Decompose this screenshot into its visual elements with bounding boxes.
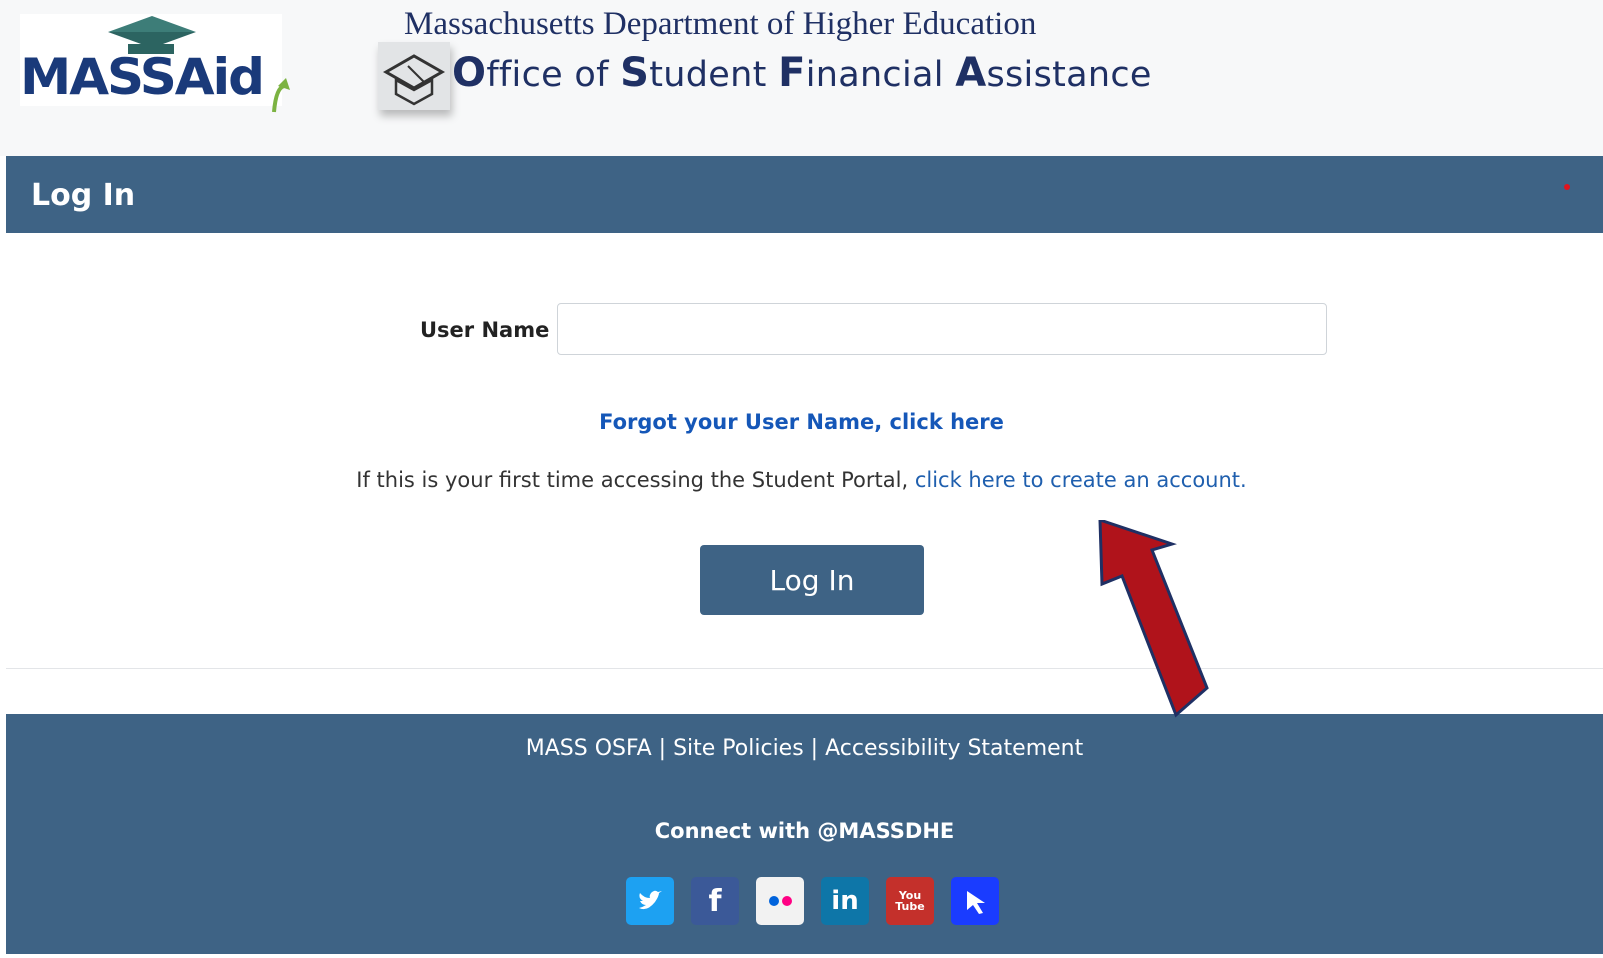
linkedin-icon[interactable]: in <box>821 877 869 925</box>
flickr-dot-pink <box>781 896 792 906</box>
annotation-arrow-icon <box>1098 520 1209 718</box>
username-label: User Name <box>420 318 550 342</box>
footer-link-mass-osfa[interactable]: MASS OSFA <box>526 736 652 761</box>
social-icons: f in You Tube <box>626 877 999 925</box>
office-initial: S <box>620 50 650 96</box>
connect-heading: Connect with @MASSDHE <box>654 819 955 843</box>
footer-link-site-policies[interactable]: Site Policies <box>673 736 804 761</box>
create-account-link[interactable]: click here to create an account. <box>915 468 1247 492</box>
site-header: MASSAid Massachusetts Department of High… <box>0 0 1603 156</box>
login-button[interactable]: Log In <box>700 545 924 615</box>
office-initial: F <box>778 50 806 96</box>
first-time-message: If this is your first time accessing the… <box>0 468 1603 492</box>
office-initial: A <box>955 50 987 96</box>
footer-separator: | <box>651 736 674 761</box>
username-input[interactable] <box>557 303 1327 355</box>
page-title: Log In <box>31 178 136 213</box>
twitter-icon[interactable] <box>626 877 674 925</box>
forgot-username-link[interactable]: Forgot your User Name, click here <box>0 410 1603 434</box>
status-dot <box>1564 184 1570 190</box>
site-footer: MASS OSFA | Site Policies | Accessibilit… <box>6 714 1603 954</box>
facebook-icon[interactable]: f <box>691 877 739 925</box>
seal-icon <box>378 42 450 110</box>
flickr-dot-blue <box>768 896 779 906</box>
logo-text: MASSAid <box>20 48 265 106</box>
arrow-up-icon <box>272 78 290 113</box>
office-word: ffice of <box>486 55 621 95</box>
office-word: ssistance <box>986 55 1152 95</box>
office-initial: O <box>452 50 487 96</box>
graduation-cap-icon <box>108 16 196 32</box>
divider <box>6 668 1603 669</box>
flickr-icon[interactable] <box>756 877 804 925</box>
footer-link-accessibility[interactable]: Accessibility Statement <box>825 736 1083 761</box>
first-time-text: If this is your first time accessing the… <box>356 468 915 492</box>
department-name: Massachusetts Department of Higher Educa… <box>404 6 1037 42</box>
footer-separator: | <box>803 736 826 761</box>
footer-links: MASS OSFA | Site Policies | Accessibilit… <box>6 736 1603 761</box>
youtube-icon[interactable]: You Tube <box>886 877 934 925</box>
office-name: Office of Student Financial Assistance <box>452 50 1152 96</box>
pinned-icon[interactable] <box>951 877 999 925</box>
office-word: inancial <box>805 55 956 95</box>
office-word: tudent <box>649 55 779 95</box>
massaid-logo[interactable]: MASSAid <box>20 14 290 113</box>
page-title-bar: Log In <box>6 156 1603 233</box>
